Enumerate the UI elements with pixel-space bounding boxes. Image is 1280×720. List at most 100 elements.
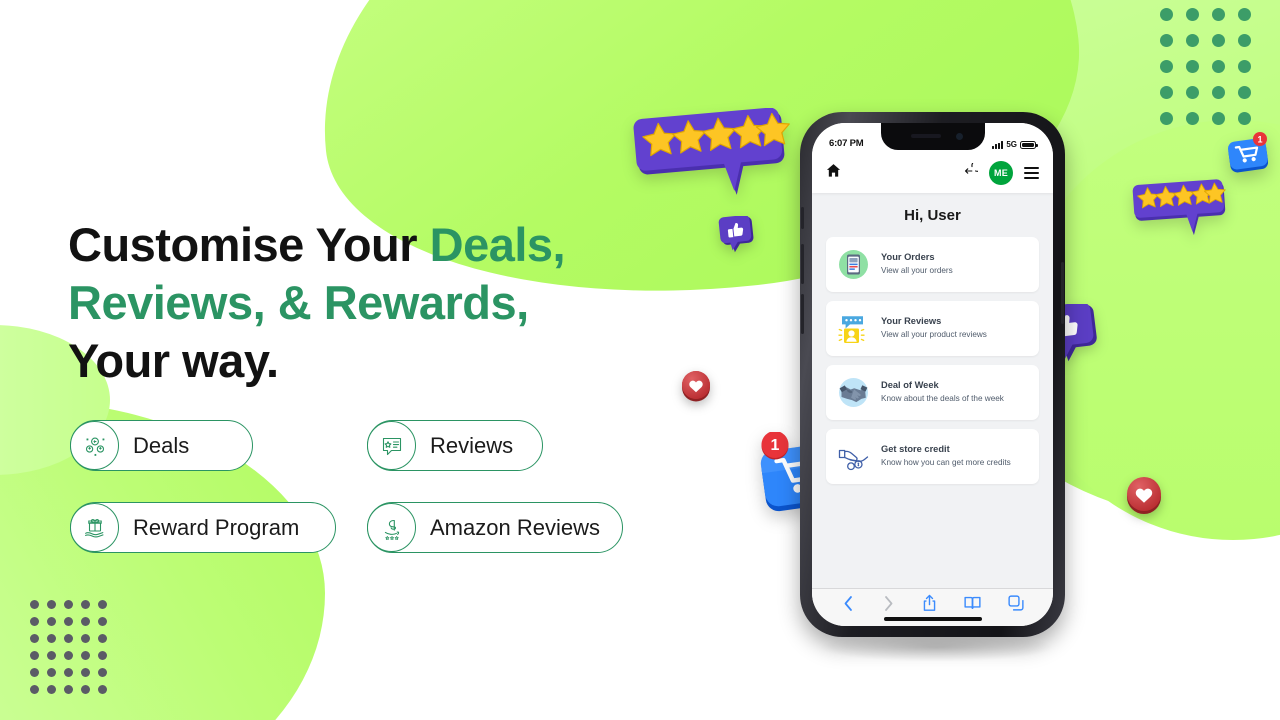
browser-toolbar: [812, 588, 1053, 626]
dot: [1160, 86, 1173, 99]
tabs-icon[interactable]: [1007, 595, 1024, 616]
dot: [81, 685, 90, 694]
front-camera: [955, 133, 963, 140]
dot: [30, 634, 39, 643]
dot: [98, 668, 107, 677]
phone-screen: 6:07 PM 5G ME Hi, User Your Orders View …: [812, 123, 1053, 626]
dot: [81, 651, 90, 660]
card-get-store-credit[interactable]: Get store credit Know how you can get mo…: [826, 429, 1039, 484]
dot: [1212, 34, 1225, 47]
dot: [1186, 34, 1199, 47]
heart-icon-right: [1126, 476, 1162, 519]
silent-switch[interactable]: [801, 207, 804, 229]
dot-grid-bottom-left: [30, 600, 115, 702]
app-header-actions: ME: [962, 159, 1039, 185]
dot: [1186, 112, 1199, 125]
status-indicators: 5G: [991, 140, 1038, 149]
feature-pill-group: Deals Reviews Reward Program Amazon Revi…: [70, 420, 670, 584]
headline-line-3-plain: Your way.: [68, 334, 279, 387]
dot: [1160, 112, 1173, 125]
card-title: Your Orders: [881, 252, 935, 262]
dot-grid-top-right: [1160, 8, 1264, 138]
card-subtitle: View all your orders: [881, 266, 953, 275]
pill-amazon-reviews[interactable]: Amazon Reviews: [367, 502, 623, 553]
book-icon[interactable]: [963, 595, 981, 616]
dot: [1212, 86, 1225, 99]
avatar[interactable]: ME: [989, 161, 1013, 185]
card-title: Get store credit: [881, 444, 950, 454]
phone-notch: [880, 123, 985, 150]
dot: [30, 685, 39, 694]
dot: [30, 600, 39, 609]
phone-body: 6:07 PM 5G ME Hi, User Your Orders View …: [800, 112, 1065, 637]
dot: [64, 600, 73, 609]
hand-coins-icon: [837, 440, 870, 473]
dot: [81, 634, 90, 643]
dot: [64, 668, 73, 677]
status-time: 6:07 PM: [829, 138, 864, 149]
card-text: Get store credit Know how you can get mo…: [881, 444, 1028, 469]
cart-badge-count-small: 1: [1257, 135, 1262, 145]
dot: [1160, 34, 1173, 47]
dot: [98, 600, 107, 609]
power-button[interactable]: [1061, 262, 1064, 324]
card-title: Your Reviews: [881, 316, 942, 326]
card-deal-of-week[interactable]: Deal of Week Know about the deals of the…: [826, 365, 1039, 420]
page-title: Customise Your Deals, Reviews, & Rewards…: [68, 216, 566, 390]
volume-down-button[interactable]: [801, 294, 804, 334]
volume-up-button[interactable]: [801, 244, 804, 284]
dot: [1238, 8, 1251, 21]
dot: [1212, 8, 1225, 21]
dot: [98, 651, 107, 660]
dot: [81, 600, 90, 609]
dot: [64, 617, 73, 626]
cart-badge-count-large: 1: [771, 437, 780, 454]
card-subtitle: Know about the deals of the week: [881, 394, 1004, 403]
dot: [30, 668, 39, 677]
card-your-reviews[interactable]: Your Reviews View all your product revie…: [826, 301, 1039, 356]
phone-mockup: 6:07 PM 5G ME Hi, User Your Orders View …: [795, 112, 1080, 662]
dot: [1238, 34, 1251, 47]
deals-icon: [70, 421, 119, 470]
pill-reward-program[interactable]: Reward Program: [70, 502, 336, 553]
headline-line-1-plain: Customise Your: [68, 218, 430, 271]
logout-icon[interactable]: [962, 159, 984, 184]
greeting-text: Hi, User: [904, 207, 961, 224]
dot: [81, 668, 90, 677]
card-your-orders[interactable]: Your Orders View all your orders: [826, 237, 1039, 292]
dot: [47, 668, 56, 677]
app-content: Hi, User Your Orders View all your order…: [812, 193, 1053, 588]
home-icon[interactable]: [826, 163, 841, 183]
card-subtitle: View all your product reviews: [881, 330, 987, 339]
dot: [1160, 60, 1173, 73]
pill-amazon-reviews-label: Amazon Reviews: [430, 514, 600, 540]
five-star-review-bubble-large: [630, 107, 790, 209]
battery-icon: [1020, 140, 1038, 149]
card-text: Deal of Week Know about the deals of the…: [881, 380, 1028, 405]
share-icon[interactable]: [922, 594, 937, 617]
dot: [81, 617, 90, 626]
home-indicator: [883, 617, 982, 621]
dot: [1160, 8, 1173, 21]
dot: [1186, 60, 1199, 73]
chevron-right-icon: [882, 595, 895, 617]
headline-line-2-accent: Reviews, & Rewards,: [68, 276, 529, 329]
pill-reviews[interactable]: Reviews: [367, 420, 543, 471]
dot: [64, 634, 73, 643]
signal-bars-icon: [991, 140, 1004, 149]
card-subtitle: Know how you can get more credits: [881, 458, 1011, 467]
dot: [47, 617, 56, 626]
thumbs-up-bubble-small: [718, 215, 754, 259]
pill-reward-program-label: Reward Program: [133, 514, 300, 540]
dot: [98, 634, 107, 643]
pill-deals[interactable]: Deals: [70, 420, 253, 471]
hamburger-menu-icon[interactable]: [1024, 166, 1039, 180]
dot: [1238, 86, 1251, 99]
chevron-left-icon[interactable]: [842, 595, 855, 617]
reviews-icon: [367, 421, 416, 470]
dot: [30, 651, 39, 660]
shopping-cart-badge-small: 1: [1226, 132, 1269, 179]
hero-banner: Customise Your Deals, Reviews, & Rewards…: [0, 0, 1280, 720]
card-title: Deal of Week: [881, 380, 939, 390]
dot: [1238, 60, 1251, 73]
